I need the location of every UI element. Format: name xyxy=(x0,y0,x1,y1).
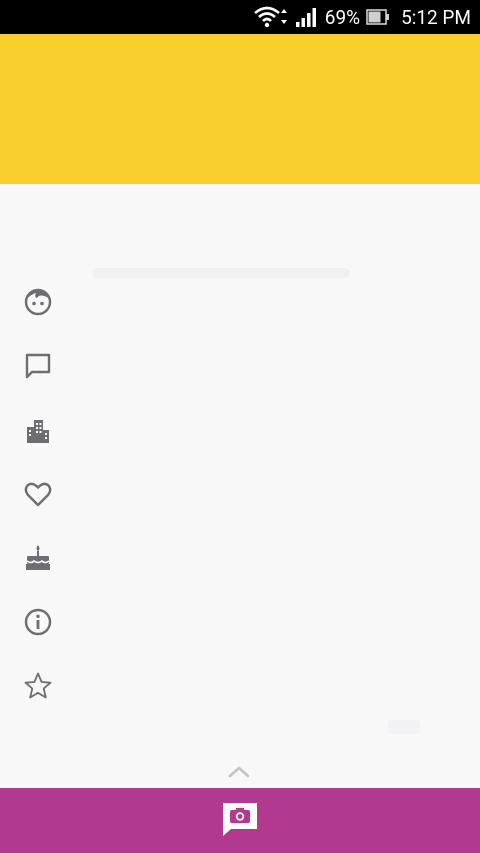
profile-header-banner xyxy=(0,34,480,184)
profile-details-panel xyxy=(0,184,480,788)
signal-icon xyxy=(295,7,317,27)
battery-icon xyxy=(366,9,390,25)
add-photo-icon xyxy=(221,801,259,841)
heart-icon xyxy=(20,476,56,512)
info-icon xyxy=(20,604,56,640)
placeholder-line xyxy=(92,268,350,278)
chat-bubble-icon xyxy=(20,348,56,384)
status-bar: 69% 5:12 PM xyxy=(0,0,480,34)
wifi-icon xyxy=(253,5,291,29)
battery-percent: 69% xyxy=(324,5,361,29)
star-icon xyxy=(20,668,56,704)
chevron-up-icon[interactable] xyxy=(224,762,254,782)
clock: 5:12 PM xyxy=(401,5,471,29)
placeholder-box xyxy=(388,720,420,734)
city-icon xyxy=(20,413,56,449)
cake-icon xyxy=(20,540,56,576)
face-icon xyxy=(20,284,56,320)
add-photo-button[interactable] xyxy=(220,802,260,840)
